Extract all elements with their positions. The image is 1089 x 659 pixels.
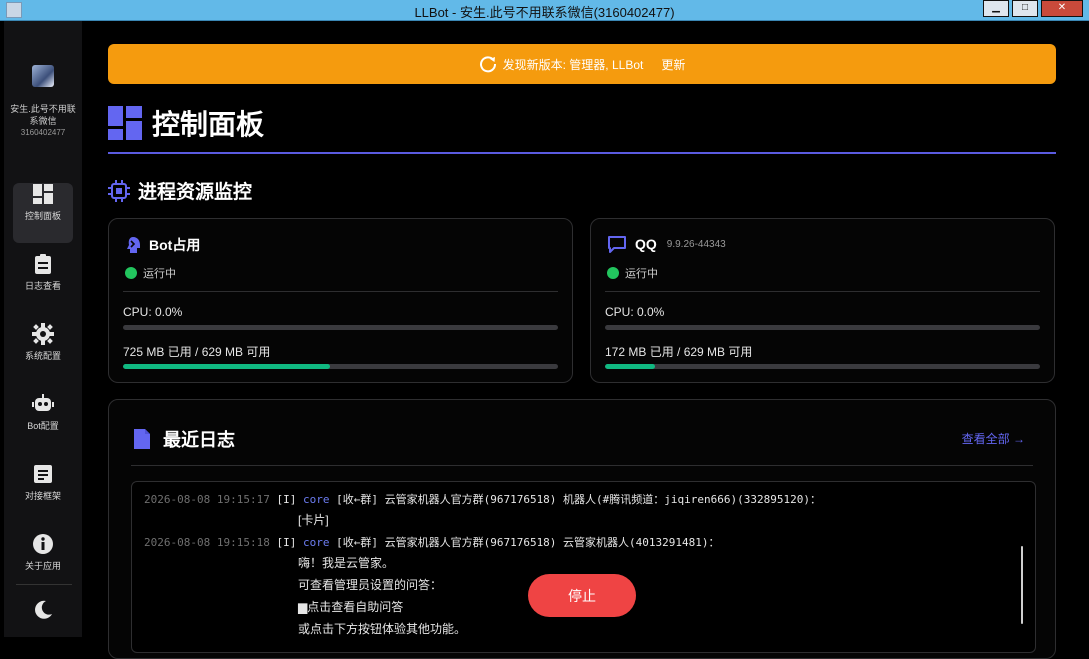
- sidebar-item-dashboard[interactable]: 控制面板: [13, 183, 73, 243]
- moon-icon: [35, 600, 52, 619]
- sidebar: 安生.此号不用联系微信 3160402477 控制面板 日志查看 系统配置 Bo…: [4, 21, 82, 637]
- qq-version: 9.9.26-44343: [666, 238, 726, 250]
- sidebar-divider: [16, 584, 72, 585]
- log-scrollbar[interactable]: [1021, 546, 1023, 624]
- memory-usage-label: 725 MB 已用 / 629 MB 可用: [123, 345, 271, 359]
- recent-logs-card: 最近日志 查看全部 → 2026-08-08 19:15:17 [I] core…: [108, 399, 1056, 659]
- dashboard-icon: [108, 106, 142, 140]
- page-title-text: 控制面板: [152, 109, 265, 140]
- maximize-button[interactable]: □: [1012, 0, 1038, 17]
- cpu-usage-bar: [123, 325, 558, 330]
- sidebar-item-bot-config[interactable]: Bot配置: [13, 393, 73, 453]
- log-message: [收←群] 云管家机器人官方群(967176518) 云管家机器人(401329…: [336, 536, 720, 549]
- sidebar-item-system-config[interactable]: 系统配置: [13, 323, 73, 383]
- gear-icon: [32, 323, 54, 345]
- status-badge: 运行中: [607, 265, 658, 281]
- log-continuation: 嗨！我是云管家。: [298, 556, 395, 570]
- log-output[interactable]: 2026-08-08 19:15:17 [I] core [收←群] 云管家机器…: [131, 481, 1036, 653]
- log-module: core: [302, 536, 330, 549]
- log-entry: 2026-08-08 19:15:17 [I] core [收←群] 云管家机器…: [144, 491, 821, 507]
- sidebar-item-logs[interactable]: 日志查看: [13, 253, 73, 313]
- profile-id: 3160402477: [20, 128, 66, 137]
- section-title-text: 进程资源监控: [138, 182, 253, 203]
- minimize-button[interactable]: ▁: [983, 0, 1009, 17]
- log-level: [I]: [276, 536, 297, 549]
- avatar[interactable]: [32, 65, 54, 87]
- log-module: core: [302, 493, 330, 506]
- robot-icon: [32, 394, 54, 411]
- clipboard-icon: [35, 254, 51, 274]
- sidebar-item-label: 对接框架: [24, 491, 61, 501]
- card-divider: [123, 291, 558, 292]
- card-title: Bot占用: [149, 237, 201, 253]
- bot-head-icon: [127, 237, 140, 253]
- theme-toggle-button[interactable]: [32, 599, 54, 626]
- info-icon: [33, 534, 53, 554]
- dashboard-icon: [33, 184, 53, 204]
- log-level: [I]: [276, 493, 297, 506]
- view-all-logs-link[interactable]: 查看全部 →: [962, 430, 1025, 447]
- sidebar-item-label: 系统配置: [24, 351, 61, 361]
- logs-title: 最近日志: [163, 430, 235, 450]
- close-button[interactable]: ✕: [1041, 0, 1083, 17]
- sidebar-item-label: 日志查看: [24, 281, 61, 291]
- stop-button[interactable]: 停止: [528, 574, 636, 617]
- section-title: 进程资源监控: [108, 177, 252, 204]
- chip-icon: [108, 179, 130, 202]
- log-entry: 2026-08-08 19:15:18 [I] core [收←群] 云管家机器…: [144, 534, 720, 550]
- profile: 安生.此号不用联系微信 3160402477: [4, 21, 82, 137]
- status-badge: 运行中: [125, 265, 176, 281]
- logs-divider: [131, 465, 1033, 466]
- chat-bubble-icon: [608, 236, 626, 253]
- memory-usage-bar: [605, 364, 1040, 369]
- logs-header: 最近日志: [133, 426, 235, 452]
- card-title: QQ: [635, 236, 657, 252]
- status-dot: [607, 267, 619, 279]
- refresh-icon: [479, 56, 496, 73]
- page-title: 控制面板: [108, 103, 264, 143]
- log-continuation: 可查看管理员设置的问答：: [298, 578, 443, 592]
- status-text: 运行中: [625, 268, 658, 280]
- card-header: QQ 9.9.26-44343: [607, 235, 726, 253]
- window-controls: ▁ □ ✕: [983, 0, 1083, 17]
- update-banner-text: 发现新版本: 管理器, LLBot: [502, 57, 644, 72]
- bot-resource-card: Bot占用 运行中 CPU: 0.0% 725 MB 已用 / 629 MB 可…: [108, 218, 573, 383]
- memory-usage-fill: [605, 364, 656, 369]
- title-divider: [108, 152, 1056, 154]
- cpu-usage-label: CPU: 0.0%: [123, 305, 183, 319]
- memory-usage-label: 172 MB 已用 / 629 MB 可用: [605, 345, 753, 359]
- memory-usage-fill: [123, 364, 330, 369]
- document-list-icon: [34, 465, 52, 483]
- profile-name: 安生.此号不用联系微信: [10, 104, 76, 126]
- log-message: [收←群] 云管家机器人官方群(967176518) 机器人(#腾讯频道：jiq…: [336, 493, 821, 506]
- sidebar-item-label: 关于应用: [24, 561, 61, 571]
- log-timestamp: 2026-08-08 19:15:17: [144, 493, 270, 506]
- card-header: Bot占用: [125, 235, 200, 255]
- log-timestamp: 2026-08-08 19:15:18: [144, 536, 270, 549]
- sidebar-item-framework[interactable]: 对接框架: [13, 463, 73, 523]
- sidebar-item-label: Bot配置: [27, 421, 59, 431]
- window-title: LLBot - 安生.此号不用联系微信(3160402477): [414, 5, 675, 20]
- file-icon: [134, 429, 150, 449]
- log-continuation: [卡片]: [298, 513, 329, 527]
- log-continuation: 或点击下方按钮体验其他功能。: [298, 622, 467, 636]
- cpu-usage-label: CPU: 0.0%: [605, 305, 665, 319]
- memory-usage-bar: [123, 364, 558, 369]
- update-banner[interactable]: 发现新版本: 管理器, LLBot 更新: [108, 44, 1056, 84]
- cpu-usage-bar: [605, 325, 1040, 330]
- status-text: 运行中: [143, 268, 176, 280]
- qq-resource-card: QQ 9.9.26-44343 运行中 CPU: 0.0% 172 MB 已用 …: [590, 218, 1055, 383]
- sidebar-nav: 控制面板 日志查看 系统配置 Bot配置 对接框架 关于应用: [4, 173, 82, 601]
- window-titlebar: LLBot - 安生.此号不用联系微信(3160402477) ▁ □ ✕: [0, 0, 1089, 21]
- status-dot: [125, 267, 137, 279]
- card-divider: [605, 291, 1040, 292]
- log-continuation: ▆点击查看自助问答: [298, 600, 404, 614]
- update-link[interactable]: 更新: [661, 56, 685, 73]
- sidebar-item-label: 控制面板: [24, 211, 61, 221]
